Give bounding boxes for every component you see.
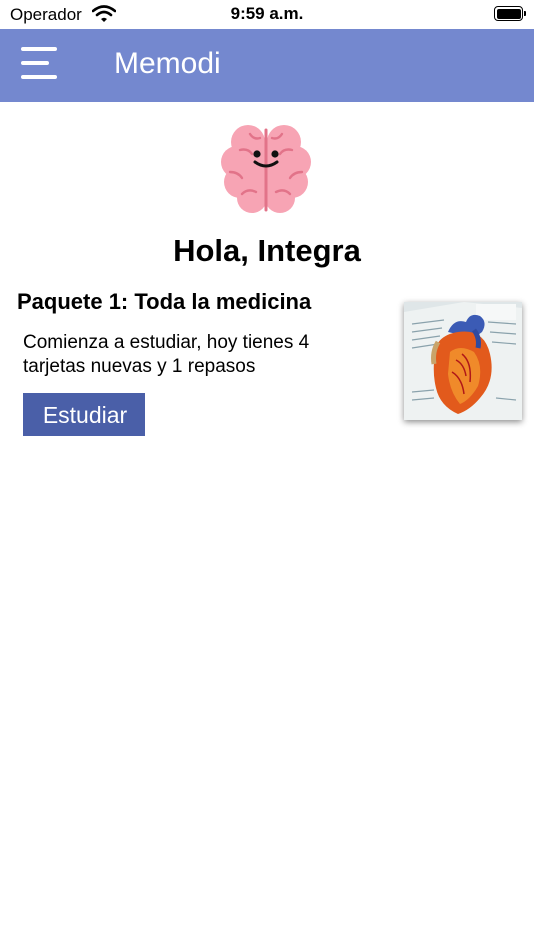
status-time: 9:59 a.m. <box>230 4 304 23</box>
study-button[interactable]: Estudiar <box>23 393 145 436</box>
hamburger-menu-icon[interactable] <box>21 47 59 81</box>
status-bar: Operador 9:59 a.m. <box>0 0 534 29</box>
deck-title: Paquete 1: Toda la medicina <box>17 289 312 314</box>
navigation-bar: Memodi <box>0 29 534 102</box>
greeting-heading: Hola, Integra <box>173 233 361 268</box>
deck-description: Comienza a estudiar, hoy tienes 4 tarjet… <box>23 332 310 377</box>
battery-icon <box>494 6 526 21</box>
deck-thumbnail-image[interactable] <box>404 302 522 420</box>
app-title: Memodi <box>114 47 221 80</box>
brain-mascot-icon <box>220 120 312 216</box>
